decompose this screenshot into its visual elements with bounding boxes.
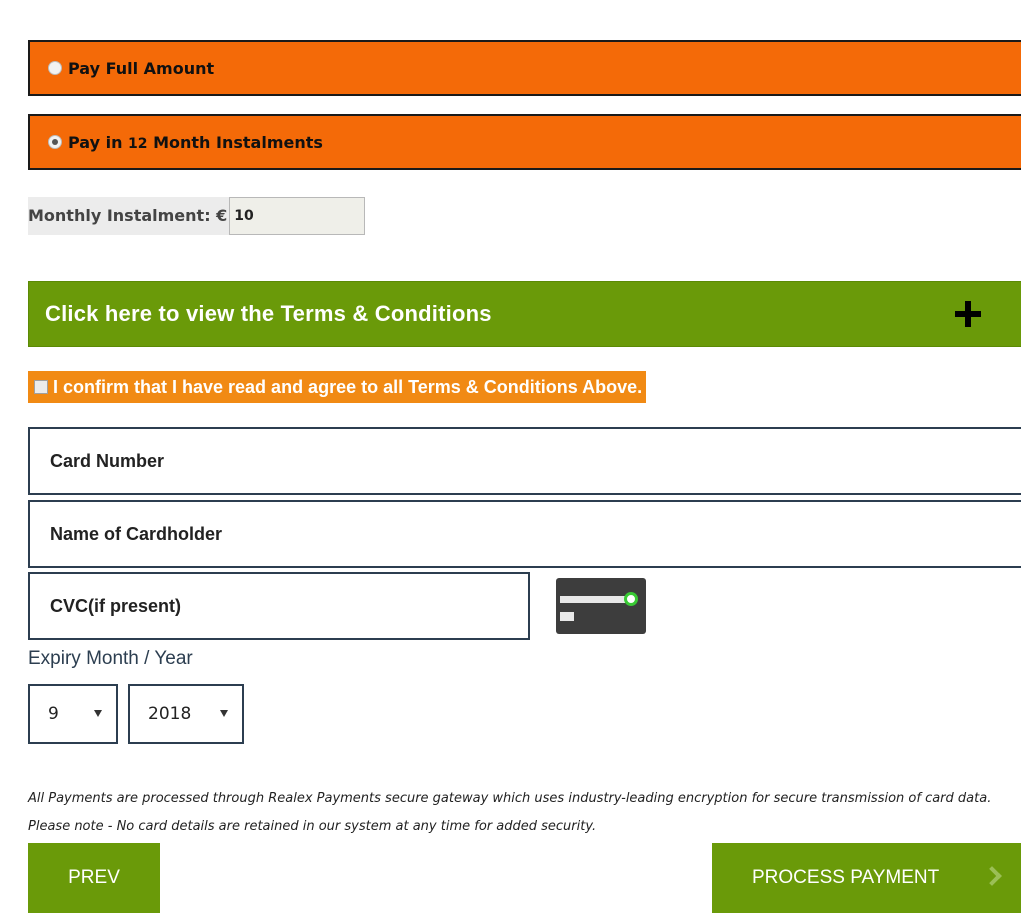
- expiry-year-select[interactable]: 2018: [128, 684, 244, 744]
- cvc-highlight-ring: [624, 592, 638, 606]
- expiry-year-value: 2018: [148, 704, 192, 724]
- card-stripe: [560, 596, 626, 603]
- pay-instalments-label: Pay in 12 Month Instalments: [68, 133, 323, 152]
- instalment-months: 12: [128, 135, 148, 152]
- confirm-terms-row: I confirm that I have read and agree to …: [28, 371, 647, 403]
- card-number-field[interactable]: Card Number: [28, 427, 1021, 495]
- prev-button-label: PREV: [68, 867, 120, 888]
- chevron-down-icon: [94, 710, 102, 717]
- card-cvc-icon: [556, 578, 646, 634]
- chevron-down-icon: [220, 710, 228, 717]
- monthly-instalment-label: Monthly Instalment: €: [28, 197, 230, 235]
- expiry-month-select[interactable]: 9: [28, 684, 118, 744]
- process-payment-label: PROCESS PAYMENT: [752, 867, 940, 888]
- pay-instalments-radio[interactable]: [48, 135, 62, 149]
- pay-full-label: Pay Full Amount: [68, 58, 215, 78]
- pay-full-amount-option[interactable]: Pay Full Amount: [28, 40, 1021, 96]
- pay-instalments-suffix: Month Instalments: [147, 132, 323, 152]
- terms-accordion[interactable]: Click here to view the Terms & Condition…: [28, 281, 1021, 347]
- pay-instalments-prefix: Pay in: [68, 132, 129, 152]
- expiry-month-value: 9: [48, 704, 59, 724]
- payment-page: Pay Full Amount Pay in 12 Month Instalme…: [0, 0, 1021, 922]
- expiry-label: Expiry Month / Year: [28, 648, 193, 669]
- confirm-terms-label: I confirm that I have read and agree to …: [53, 376, 643, 397]
- pay-instalments-option[interactable]: Pay in 12 Month Instalments: [28, 114, 1021, 170]
- cardholder-name-field[interactable]: Name of Cardholder: [28, 500, 1021, 568]
- card-chip: [560, 612, 574, 621]
- confirm-terms-checkbox[interactable]: [34, 380, 48, 394]
- terms-label: Click here to view the Terms & Condition…: [45, 301, 492, 326]
- monthly-instalment-input[interactable]: [229, 197, 366, 235]
- chevron-right-icon: [982, 866, 1002, 886]
- security-notice: All Payments are processed through Reale…: [28, 791, 992, 834]
- plus-icon[interactable]: [953, 299, 983, 329]
- monthly-instalment-row: Monthly Instalment: €: [28, 196, 366, 236]
- pay-full-radio[interactable]: [48, 61, 62, 75]
- prev-button[interactable]: PREV: [28, 843, 160, 913]
- process-payment-button[interactable]: PROCESS PAYMENT: [712, 843, 1021, 913]
- cvc-field[interactable]: CVC(if present): [28, 572, 530, 640]
